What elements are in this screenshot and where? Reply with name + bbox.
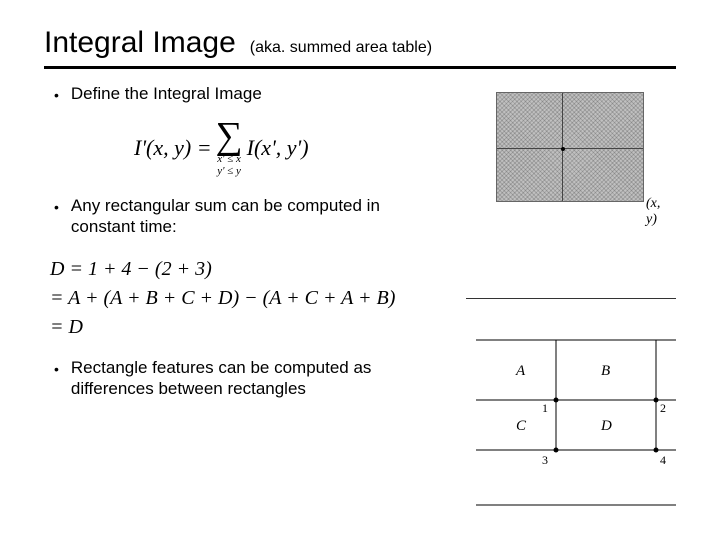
point-1: 1	[542, 401, 548, 415]
formula-lhs: I'(x, y) =	[134, 135, 212, 161]
bullet-text: Rectangle features can be computed as di…	[71, 357, 431, 400]
bullet-text: Define the Integral Image	[71, 83, 262, 104]
bullet-text: Any rectangular sum can be computed in c…	[71, 195, 431, 238]
sigma-icon: ∑	[216, 119, 243, 153]
sum-subscript-2: y' ≤ y	[217, 165, 241, 177]
region-D: D	[600, 418, 612, 434]
page-title: Integral Image	[44, 26, 236, 60]
point-4: 4	[660, 453, 666, 467]
figure1-hline	[497, 148, 643, 149]
title-underline	[44, 66, 676, 69]
eq-line-1: D = 1 + 4 − (2 + 3)	[50, 258, 676, 281]
bullet-icon: •	[54, 83, 59, 107]
region-C: C	[516, 418, 527, 434]
figure-separator	[466, 298, 676, 299]
figure-rect-regions: A B C D 1 2 3 4	[476, 330, 676, 510]
figure1-label: (x, y)	[646, 196, 666, 228]
title-row: Integral Image (aka. summed area table)	[44, 26, 676, 60]
formula-rhs: I(x', y')	[247, 135, 309, 161]
point-2: 2	[660, 401, 666, 415]
sum-subscript-1: x' ≤ x	[217, 153, 241, 165]
region-A: A	[515, 363, 526, 379]
figure-integral-image: (x, y)	[496, 92, 666, 210]
figure1-point	[561, 147, 565, 151]
bullet-icon: •	[54, 357, 59, 381]
figure1-box	[496, 92, 644, 202]
point-3: 3	[542, 453, 548, 467]
region-B: B	[601, 363, 610, 379]
bullet-icon: •	[54, 195, 59, 219]
page-subtitle: (aka. summed area table)	[250, 39, 432, 57]
